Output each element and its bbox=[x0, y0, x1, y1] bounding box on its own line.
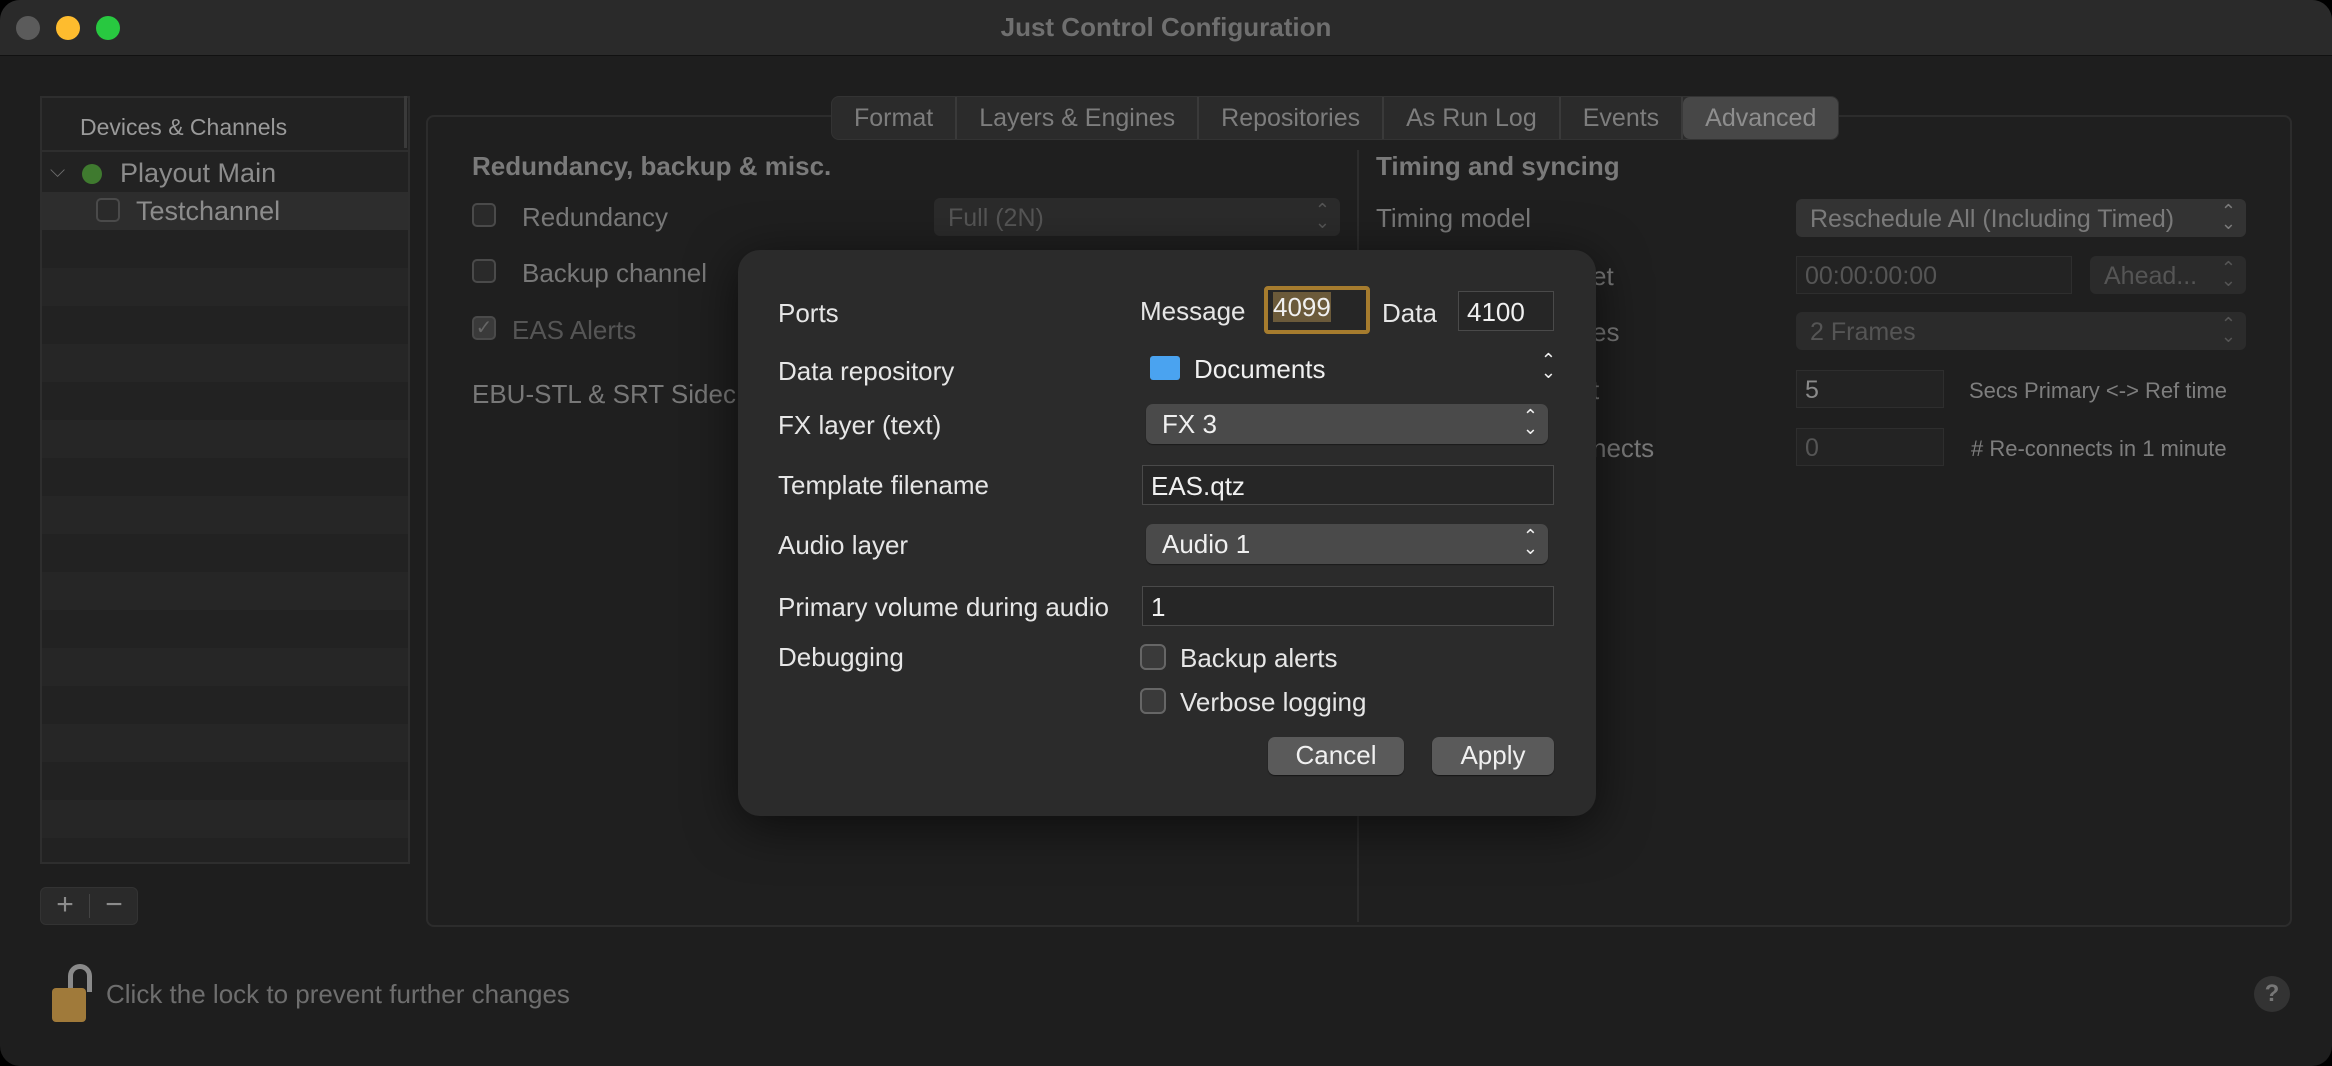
offset-field[interactable]: 00:00:00:00 bbox=[1796, 256, 2072, 294]
audio-layer-popup[interactable]: Audio 1 ⌃ ⌄ bbox=[1146, 524, 1548, 564]
eas-settings-sheet: Ports Message 4099 Data 4100 Data reposi… bbox=[738, 250, 1596, 816]
backup-alerts-checkbox[interactable] bbox=[1140, 644, 1166, 670]
list-row-empty bbox=[42, 724, 408, 762]
reconnects-unit: # Re-connects in 1 minute bbox=[1971, 436, 2227, 461]
updown-chevron-icon: ⌃ ⌄ bbox=[2220, 258, 2236, 290]
updown-chevron-icon: ⌃ ⌄ bbox=[1522, 406, 1538, 438]
verbose-logging-label: Verbose logging bbox=[1180, 687, 1367, 717]
template-filename-label: Template filename bbox=[778, 470, 989, 500]
audio-layer-label: Audio layer bbox=[778, 530, 909, 560]
fx-layer-popup[interactable]: FX 3 ⌃ ⌄ bbox=[1146, 404, 1548, 444]
cancel-button[interactable]: Cancel bbox=[1268, 737, 1404, 775]
primary-volume-label: Primary volume during audio bbox=[778, 592, 1109, 622]
backup-channel-label: Backup channel bbox=[522, 258, 708, 288]
list-row-empty bbox=[42, 648, 408, 686]
remove-button[interactable]: − bbox=[90, 888, 138, 924]
device-name: Playout Main bbox=[120, 158, 277, 188]
timing-model-popup[interactable]: Reschedule All (Including Timed) ⌃ ⌄ bbox=[1796, 199, 2246, 237]
eas-alerts-checkbox[interactable]: ✓ bbox=[472, 316, 496, 340]
timing-section-title: Timing and syncing bbox=[1376, 151, 1620, 181]
frames-label: es bbox=[1592, 317, 1620, 347]
channel-name: Testchannel bbox=[136, 196, 281, 226]
data-repository-value: Documents bbox=[1194, 354, 1326, 384]
chevron-down-icon[interactable]: ⌵ bbox=[50, 160, 65, 183]
ebu-stl-label: EBU-STL & SRT Sidec bbox=[472, 379, 736, 409]
list-row-empty bbox=[42, 344, 408, 382]
help-button[interactable]: ? bbox=[2254, 976, 2290, 1012]
redundancy-label: Redundancy bbox=[522, 202, 668, 232]
message-port-value: 4099 bbox=[1273, 292, 1331, 322]
title-bar: Just Control Configuration bbox=[0, 0, 2332, 56]
tab-layers-engines[interactable]: Layers & Engines bbox=[957, 97, 1200, 139]
tab-bar: Format Layers & Engines Repositories As … bbox=[831, 96, 1840, 140]
updown-chevron-icon: ⌃ ⌄ bbox=[2220, 314, 2236, 346]
list-row-empty bbox=[42, 268, 408, 306]
backup-channel-checkbox[interactable] bbox=[472, 259, 496, 283]
lock-icon[interactable] bbox=[52, 964, 98, 1024]
list-row-empty bbox=[42, 420, 408, 458]
updown-chevron-icon: ⌃ ⌄ bbox=[1522, 526, 1538, 558]
add-button[interactable]: + bbox=[41, 888, 89, 924]
redundancy-mode-popup[interactable]: Full (2N) ⌃ ⌄ bbox=[934, 198, 1340, 236]
audio-layer-value: Audio 1 bbox=[1162, 529, 1251, 559]
message-port-field[interactable]: 4099 bbox=[1264, 286, 1370, 334]
updown-chevron-icon: ⌃ ⌄ bbox=[1540, 350, 1556, 382]
sidebar-column-divider bbox=[404, 96, 407, 148]
backup-alerts-label: Backup alerts bbox=[1180, 643, 1338, 673]
tab-repositories[interactable]: Repositories bbox=[1199, 97, 1385, 139]
timing-model-label: Timing model bbox=[1376, 203, 1532, 233]
redundancy-checkbox[interactable] bbox=[472, 203, 496, 227]
sidebar-header: Devices & Channels bbox=[42, 98, 408, 152]
tab-as-run-log[interactable]: As Run Log bbox=[1384, 97, 1561, 139]
frames-value: 2 Frames bbox=[1810, 318, 1916, 346]
lock-status-text: Click the lock to prevent further change… bbox=[106, 979, 570, 1009]
data-repository-label: Data repository bbox=[778, 356, 955, 386]
apply-button[interactable]: Apply bbox=[1432, 737, 1554, 775]
data-port-label: Data bbox=[1382, 298, 1437, 328]
ref-time-field[interactable]: 5 bbox=[1796, 370, 1944, 408]
status-dot-icon bbox=[82, 164, 102, 184]
devices-sidebar: Devices & Channels ⌵ Playout Main Testch… bbox=[40, 96, 410, 864]
list-row-empty bbox=[42, 572, 408, 610]
tab-format[interactable]: Format bbox=[832, 97, 958, 139]
app-window: Just Control Configuration Devices & Cha… bbox=[0, 0, 2332, 1066]
offset-direction-popup[interactable]: Ahead... ⌃ ⌄ bbox=[2090, 256, 2246, 294]
redundancy-mode-value: Full (2N) bbox=[948, 204, 1044, 232]
frames-popup[interactable]: 2 Frames ⌃ ⌄ bbox=[1796, 312, 2246, 350]
updown-chevron-icon: ⌃ ⌄ bbox=[2220, 201, 2236, 233]
tab-events[interactable]: Events bbox=[1561, 97, 1684, 139]
channel-row-testchannel[interactable]: Testchannel bbox=[42, 192, 408, 230]
fx-layer-value: FX 3 bbox=[1162, 409, 1217, 439]
channel-checkbox[interactable] bbox=[96, 198, 120, 222]
list-row-empty bbox=[42, 496, 408, 534]
sidebar-add-remove-control: + − bbox=[40, 887, 138, 925]
reconnects-label: nects bbox=[1592, 433, 1655, 463]
updown-chevron-icon: ⌃ ⌄ bbox=[1314, 200, 1330, 232]
data-repository-popup[interactable]: Documents ⌃ ⌄ bbox=[1150, 350, 1556, 394]
list-row-empty bbox=[42, 800, 408, 838]
debugging-label: Debugging bbox=[778, 642, 904, 672]
fx-layer-label: FX layer (text) bbox=[778, 410, 942, 440]
redundancy-section-title: Redundancy, backup & misc. bbox=[472, 151, 832, 181]
window-title: Just Control Configuration bbox=[1000, 12, 1332, 42]
ports-label: Ports bbox=[778, 298, 839, 328]
data-port-field[interactable]: 4100 bbox=[1458, 291, 1554, 331]
message-port-label: Message bbox=[1140, 296, 1246, 326]
ref-time-unit: Secs Primary <-> Ref time bbox=[1969, 378, 2227, 403]
reconnects-field[interactable]: 0 bbox=[1796, 428, 1944, 466]
verbose-logging-checkbox[interactable] bbox=[1140, 688, 1166, 714]
eas-alerts-label: EAS Alerts bbox=[512, 315, 637, 345]
template-filename-field[interactable]: EAS.qtz bbox=[1142, 465, 1554, 505]
device-row-playout-main[interactable]: ⌵ Playout Main bbox=[42, 154, 408, 192]
offset-direction-value: Ahead... bbox=[2104, 262, 2198, 290]
tab-advanced[interactable]: Advanced bbox=[1683, 97, 1839, 139]
timing-model-value: Reschedule All (Including Timed) bbox=[1810, 205, 2175, 233]
folder-icon bbox=[1150, 356, 1180, 380]
primary-volume-field[interactable]: 1 bbox=[1142, 586, 1554, 626]
